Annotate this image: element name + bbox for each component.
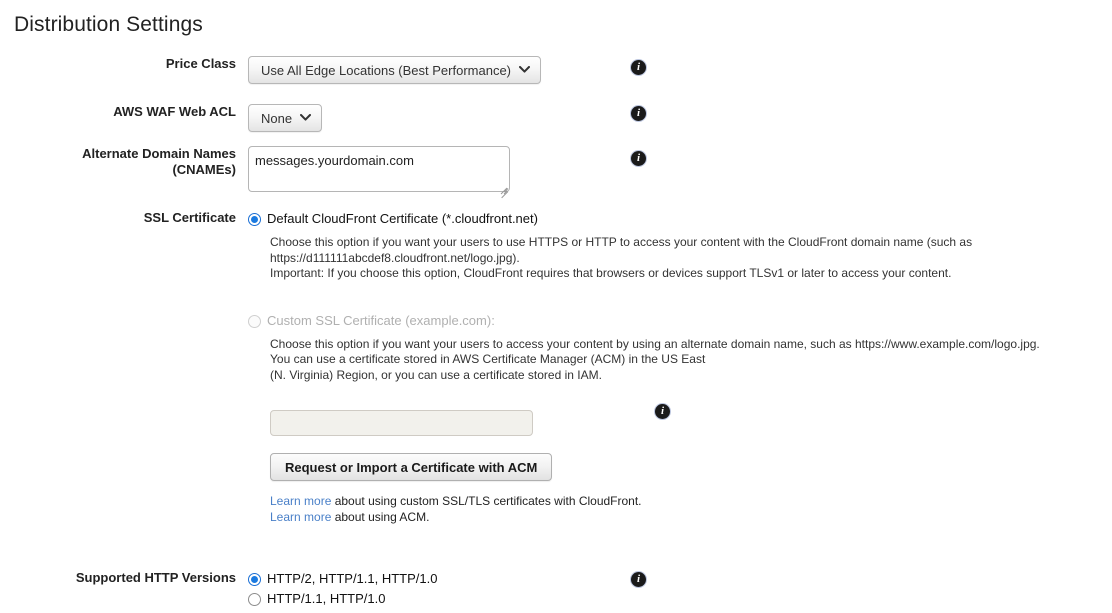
http-version-option-0[interactable]: HTTP/2, HTTP/1.1, HTTP/1.0 <box>248 570 437 588</box>
http-versions-info-icon[interactable]: i <box>631 572 646 587</box>
price-class-info-icon[interactable]: i <box>631 60 646 75</box>
http-version-option-0-label: HTTP/2, HTTP/1.1, HTTP/1.0 <box>267 571 438 586</box>
page-title: Distribution Settings <box>14 13 203 36</box>
cnames-label-line2: (CNAMEs) <box>172 162 236 177</box>
learn-more-line-1: Learn more about using custom SSL/TLS ce… <box>270 494 1040 510</box>
ssl-option-custom-ssl-label: Custom SSL Certificate (example.com): <box>267 312 495 328</box>
ssl-certificate-field: Default CloudFront Certificate (*.cloudf… <box>248 210 1040 525</box>
http-version-option-1[interactable]: HTTP/1.1, HTTP/1.0 <box>248 590 437 608</box>
radio-default-cloudfront-icon[interactable] <box>248 213 261 226</box>
cnames-info-icon[interactable]: i <box>631 151 646 166</box>
price-class-label: Price Class <box>165 56 236 71</box>
waf-acl-label: AWS WAF Web ACL <box>113 104 236 119</box>
ssl-option-default-cloudfront-description: Choose this option if you want your user… <box>270 235 1040 282</box>
waf-acl-field: None <box>248 104 323 132</box>
ssl-certificate-label: SSL Certificate <box>143 210 236 225</box>
desc-line: Important: If you choose this option, Cl… <box>270 266 952 280</box>
learn-more-acm-link[interactable]: Learn more <box>270 510 331 524</box>
learn-more-acm-rest: about using ACM. <box>331 509 430 524</box>
price-class-select[interactable]: Use All Edge Locations (Best Performance… <box>248 56 542 84</box>
desc-line: (N. Virginia) Region, or you can use a c… <box>270 367 602 382</box>
ssl-option-default-cloudfront-label: Default CloudFront Certificate (*.cloudf… <box>267 211 538 226</box>
cnames-label-line1: Alternate Domain Names <box>82 146 236 161</box>
waf-acl-info-icon[interactable]: i <box>631 106 646 121</box>
radio-custom-ssl-icon[interactable] <box>248 314 261 328</box>
certificate-input[interactable] <box>270 410 533 436</box>
learn-more-custom-ssl-link[interactable]: Learn more <box>270 494 331 508</box>
desc-line: Choose this option if you want your user… <box>270 336 1040 351</box>
waf-acl-selected-value: None <box>261 110 293 126</box>
price-class-row: Price Class Use All Edge Locations (Best… <box>0 56 542 84</box>
http-versions-row: Supported HTTP Versions HTTP/2, HTTP/1.1… <box>0 570 437 608</box>
waf-acl-row: AWS WAF Web ACL None <box>0 104 323 132</box>
cnames-field <box>248 146 510 195</box>
http-version-option-1-label: HTTP/1.1, HTTP/1.0 <box>267 591 386 606</box>
ssl-option-default-cloudfront[interactable]: Default CloudFront Certificate (*.cloudf… <box>248 210 1040 228</box>
desc-line: https://d111111abcdef8.cloudfront.net/lo… <box>270 250 520 265</box>
ssl-option-custom-ssl-description: Choose this option if you want your user… <box>270 337 1040 384</box>
ssl-option-custom-ssl[interactable]: Custom SSL Certificate (example.com): <box>248 312 1040 330</box>
price-class-selected-value: Use All Edge Locations (Best Performance… <box>261 62 512 78</box>
acm-button-wrap: Request or Import a Certificate with ACM <box>270 453 1040 481</box>
chevron-down-icon <box>300 113 312 124</box>
cnames-textarea[interactable] <box>248 146 510 192</box>
radio-http11-icon[interactable] <box>248 593 261 606</box>
desc-line: Choose this option if you want your user… <box>270 235 973 249</box>
request-or-import-certificate-button[interactable]: Request or Import a Certificate with ACM <box>270 453 553 481</box>
price-class-field: Use All Edge Locations (Best Performance… <box>248 56 542 84</box>
desc-line: You can use a certificate stored in AWS … <box>270 352 706 366</box>
learn-more-custom-ssl-rest: about using custom SSL/TLS certificates … <box>331 494 642 508</box>
radio-http2-icon[interactable] <box>248 573 261 586</box>
http-versions-label: Supported HTTP Versions <box>75 570 236 585</box>
ssl-certificate-row: SSL Certificate Default CloudFront Certi… <box>0 210 1040 525</box>
ssl-learn-more-links: Learn more about using custom SSL/TLS ce… <box>270 494 1040 525</box>
chevron-down-icon <box>519 65 531 76</box>
learn-more-line-2: Learn more about using ACM. <box>270 510 1040 526</box>
cnames-row: Alternate Domain Names (CNAMEs) <box>0 146 510 195</box>
certificate-input-info-icon[interactable]: i <box>655 404 670 419</box>
cnames-textarea-wrap <box>248 146 510 195</box>
waf-acl-select[interactable]: None <box>248 104 323 132</box>
http-versions-field: HTTP/2, HTTP/1.1, HTTP/1.0 HTTP/1.1, HTT… <box>248 570 437 608</box>
cnames-label: Alternate Domain Names (CNAMEs) <box>0 146 248 178</box>
